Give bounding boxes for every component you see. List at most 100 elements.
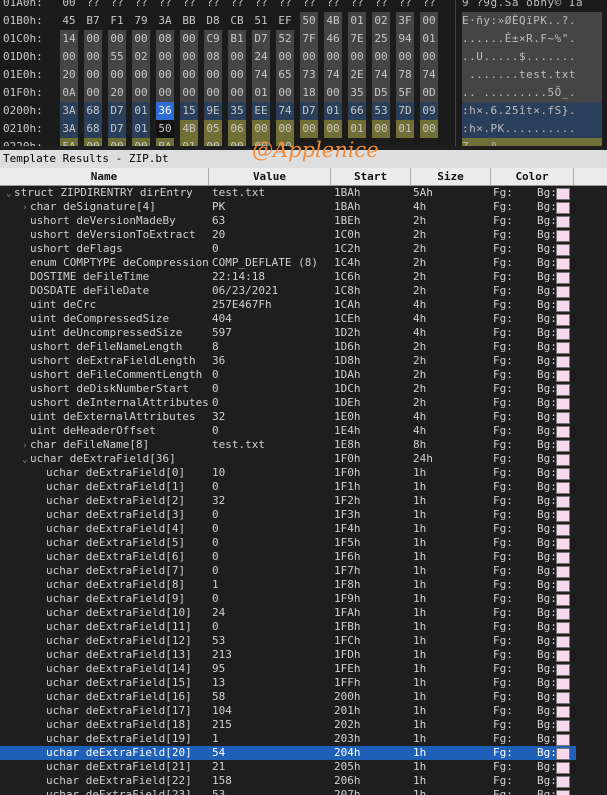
hex-byte[interactable]: ?? xyxy=(300,0,318,12)
hex-byte[interactable]: 02 xyxy=(372,12,390,30)
hex-row[interactable]: 01A0h: 00?????????????????????????????? 9 … xyxy=(0,0,607,12)
hex-byte[interactable]: ?? xyxy=(132,0,150,12)
column-header-value[interactable]: Value xyxy=(209,168,331,185)
template-row-value[interactable]: 1 xyxy=(212,732,328,746)
hex-byte[interactable]: 00 xyxy=(204,66,222,84)
hex-row[interactable]: 01C0h: 14 00 00 00 08 00 C9 B1 D7 52 7F 46 7E 25 94 01..… xyxy=(0,30,607,48)
bg-color-swatch[interactable] xyxy=(556,286,570,298)
hex-byte[interactable]: 01 xyxy=(252,84,270,102)
hex-byte[interactable]: 01 xyxy=(348,120,366,138)
bg-color-swatch[interactable] xyxy=(556,370,570,382)
template-row-value[interactable]: 0 xyxy=(212,592,328,606)
template-row-value[interactable]: 0 xyxy=(212,550,328,564)
hex-byte[interactable]: 00 xyxy=(60,48,78,66)
template-row-value[interactable]: 63 xyxy=(212,214,328,228)
template-row[interactable]: uchar deExtraField[11] 0 1FBh 1h Fg: Bg: xyxy=(0,620,607,634)
template-row-value[interactable]: 104 xyxy=(212,704,328,718)
hex-row[interactable]: 01D0h: 00 00 55 02 00 00 08 00 24 00 00 00 00 00 00 00..… xyxy=(0,48,607,66)
hex-byte[interactable]: ?? xyxy=(180,0,198,12)
hex-byte[interactable]: 14 xyxy=(60,30,78,48)
hex-byte[interactable]: ?? xyxy=(396,0,414,12)
hex-ascii[interactable]: .......test.txt xyxy=(462,66,602,84)
hex-byte[interactable]: 00 xyxy=(372,48,390,66)
bg-color-swatch[interactable] xyxy=(556,580,570,592)
bg-color-swatch[interactable] xyxy=(556,664,570,676)
template-row[interactable]: uchar deExtraField[7] 0 1F7h 1h Fg: Bg: xyxy=(0,564,607,578)
template-row-value[interactable]: 0 xyxy=(212,536,328,550)
hex-byte[interactable]: D7 xyxy=(108,120,126,138)
bg-color-swatch[interactable] xyxy=(556,496,570,508)
hex-bytes[interactable]: 3A 68 D7 01 50 4B 05 06 00 00 00 00 01 00 01 00 xyxy=(60,120,445,138)
hex-byte[interactable]: BB xyxy=(180,12,198,30)
hex-byte[interactable]: 00 xyxy=(132,84,150,102)
template-row-value[interactable]: 0 xyxy=(212,368,328,382)
hex-byte[interactable]: 00 xyxy=(420,120,438,138)
template-row-selected[interactable]: uchar deExtraField[20] 54 204h 1h Fg: Bg: xyxy=(0,746,607,760)
bg-color-swatch[interactable] xyxy=(556,538,570,550)
hex-byte[interactable]: 00 xyxy=(132,30,150,48)
template-row-value[interactable]: 0 xyxy=(212,564,328,578)
template-row-value[interactable]: COMP_DEFLATE (8) xyxy=(212,256,328,270)
template-row[interactable]: uchar deExtraField[15] 13 1FFh 1h Fg: Bg: xyxy=(0,676,607,690)
hex-byte[interactable]: 00 xyxy=(60,0,78,12)
template-row[interactable]: DOSTIME deFileTime 22:14:18 1C6h 2h Fg: Bg: xyxy=(0,270,607,284)
hex-byte[interactable]: 00 xyxy=(300,48,318,66)
hex-byte[interactable]: 00 xyxy=(84,138,102,146)
column-header-color[interactable]: Color xyxy=(491,168,574,185)
hex-row[interactable]: 0200h: 3A 68 D7 01 36 15 9E 35 EE 74 D7 01 66 53 7D 09:h… xyxy=(0,102,607,120)
column-header-size[interactable]: Size xyxy=(411,168,491,185)
hex-byte[interactable]: ?? xyxy=(84,0,102,12)
hex-byte[interactable]: F1 xyxy=(108,12,126,30)
template-row[interactable]: uint deHeaderOffset 0 1E4h 4h Fg: Bg: xyxy=(0,424,607,438)
hex-byte[interactable]: C9 xyxy=(204,30,222,48)
hex-byte[interactable]: 00 xyxy=(204,138,222,146)
hex-byte[interactable]: 00 xyxy=(420,12,438,30)
hex-byte[interactable]: 01 xyxy=(348,12,366,30)
hex-ascii[interactable]: ......É±×R.F~%". xyxy=(462,30,602,48)
hex-editor[interactable]: 01A0h: 00?????????????????????????????? 9 … xyxy=(0,0,607,146)
hex-byte[interactable]: 00 xyxy=(108,138,126,146)
hex-byte[interactable]: BA xyxy=(156,138,174,146)
template-row-value[interactable]: test.txt xyxy=(212,186,328,200)
hex-bytes[interactable]: 14 00 00 00 08 00 C9 B1 D7 52 7F 46 7E 25 94 01 xyxy=(60,30,445,48)
template-row-value[interactable]: 24 xyxy=(212,606,328,620)
template-row-value[interactable]: 8 xyxy=(212,340,328,354)
template-row-value[interactable]: 0 xyxy=(212,242,328,256)
expand-toggle-icon[interactable]: ⌄ xyxy=(4,187,14,201)
template-row[interactable]: uchar deExtraField[5] 0 1F5h 1h Fg: Bg: xyxy=(0,536,607,550)
hex-byte[interactable]: 01 xyxy=(420,30,438,48)
hex-byte[interactable]: 3F xyxy=(396,12,414,30)
bg-color-swatch[interactable] xyxy=(556,202,570,214)
hex-byte[interactable]: 00 xyxy=(348,48,366,66)
hex-byte[interactable]: 52 xyxy=(276,30,294,48)
hex-byte[interactable]: 5F xyxy=(396,84,414,102)
hex-byte[interactable]: 24 xyxy=(252,48,270,66)
template-row-value[interactable]: test.txt xyxy=(212,438,328,452)
template-row[interactable]: uchar deExtraField[12] 53 1FCh 1h Fg: Bg: xyxy=(0,634,607,648)
hex-byte[interactable]: 7E xyxy=(348,30,366,48)
bg-color-swatch[interactable] xyxy=(556,272,570,284)
template-row-value[interactable]: 1 xyxy=(212,578,328,592)
hex-byte[interactable]: 65 xyxy=(276,66,294,84)
hex-row[interactable]: 01B0h: 45 B7 F1 79 3A BB D8 CB 51 EF 50 4B 01 02 3F 00 E·… xyxy=(0,12,607,30)
expand-toggle-icon[interactable]: › xyxy=(20,439,30,453)
bg-color-swatch[interactable] xyxy=(556,426,570,438)
hex-byte[interactable]: 00 xyxy=(324,120,342,138)
template-row-value[interactable]: 13 xyxy=(212,676,328,690)
bg-color-swatch[interactable] xyxy=(556,692,570,704)
hex-byte[interactable]: 4B xyxy=(324,12,342,30)
hex-ascii[interactable]: :h×.PK.......... xyxy=(462,120,602,138)
hex-byte[interactable]: 01 xyxy=(324,102,342,120)
template-row[interactable]: uchar deExtraField[2] 32 1F2h 1h Fg: Bg: xyxy=(0,494,607,508)
template-row-value[interactable]: 0 xyxy=(212,480,328,494)
template-row[interactable]: ushort deFileNameLength 8 1D6h 2h Fg: Bg: xyxy=(0,340,607,354)
hex-byte[interactable]: 00 xyxy=(276,84,294,102)
hex-byte[interactable]: 3A xyxy=(60,102,78,120)
hex-byte[interactable]: ?? xyxy=(348,0,366,12)
bg-color-swatch[interactable] xyxy=(556,524,570,536)
hex-byte[interactable]: 7D xyxy=(396,102,414,120)
bg-color-swatch[interactable] xyxy=(556,552,570,564)
template-row-value[interactable]: 06/23/2021 xyxy=(212,284,328,298)
hex-byte[interactable]: 00 xyxy=(324,84,342,102)
hex-byte[interactable]: 00 xyxy=(204,84,222,102)
